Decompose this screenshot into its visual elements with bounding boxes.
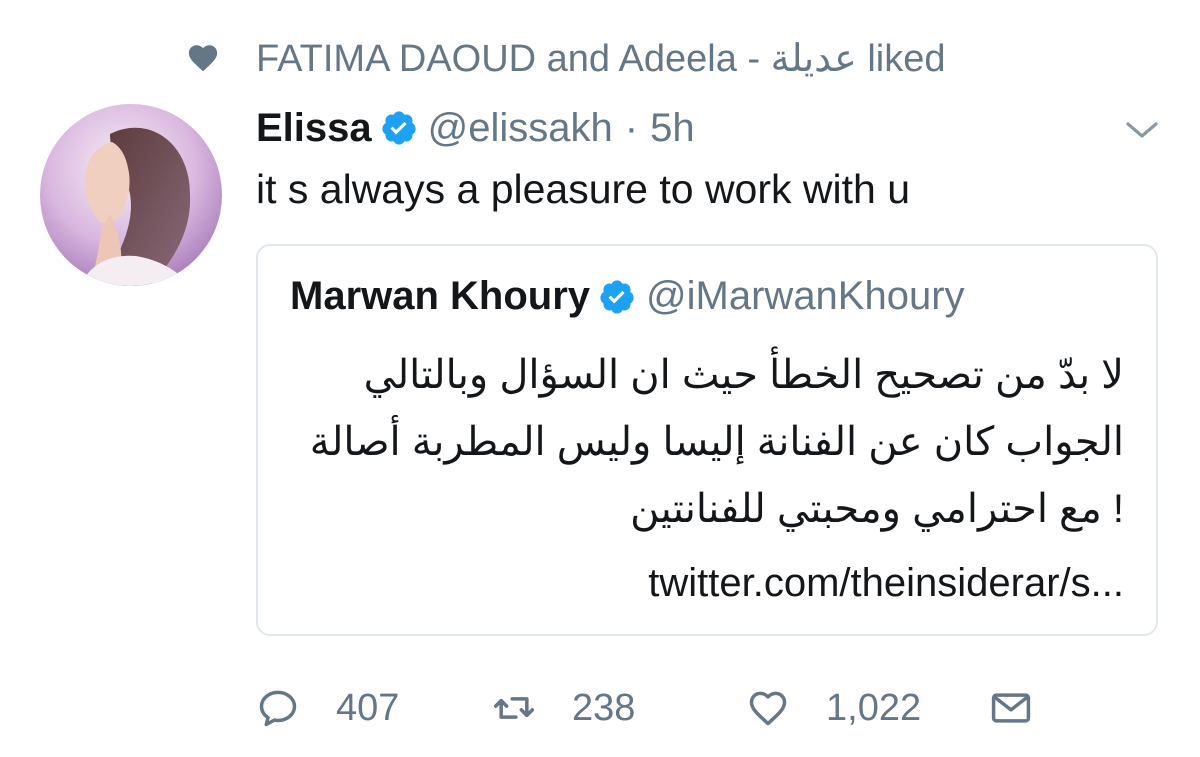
author-handle[interactable]: @elissakh <box>428 106 613 151</box>
tweet-header: Elissa @elissakh · 5h <box>256 100 695 156</box>
quoted-author-handle: @iMarwanKhoury <box>646 274 965 318</box>
quoted-tweet-link[interactable]: twitter.com/theinsiderar/s... <box>648 558 1124 608</box>
tweet-text: it s always a pleasure to work with u <box>256 166 910 212</box>
heart-filled-icon <box>188 45 218 72</box>
avatar[interactable] <box>40 104 222 286</box>
like-count: 1,022 <box>826 686 922 729</box>
quoted-tweet-card[interactable]: Marwan Khoury @iMarwanKhoury لا بدّ من ت… <box>256 244 1158 636</box>
tweet-actions: 407 238 1,022 <box>256 678 1056 738</box>
reply-count: 407 <box>336 686 400 729</box>
header-separator: · <box>624 105 639 150</box>
retweet-icon <box>493 697 535 719</box>
avatar-image <box>40 104 222 286</box>
author-name[interactable]: Elissa <box>256 106 372 151</box>
like-button[interactable]: 1,022 <box>746 678 921 738</box>
verified-badge-icon <box>382 111 416 145</box>
quoted-author-name: Marwan Khoury <box>290 274 591 318</box>
chevron-down-icon[interactable] <box>1124 118 1160 142</box>
reply-icon <box>259 690 297 727</box>
heart-icon <box>749 691 787 726</box>
reply-button[interactable]: 407 <box>256 678 399 738</box>
envelope-icon <box>991 693 1031 723</box>
social-context-text[interactable]: FATIMA DAOUD and Adeela - عديلة liked <box>256 36 946 81</box>
direct-message-button[interactable] <box>988 678 1034 738</box>
social-context: FATIMA DAOUD and Adeela - عديلة liked <box>186 30 946 86</box>
retweet-button[interactable]: 238 <box>492 678 635 738</box>
retweet-count: 238 <box>572 686 636 729</box>
quoted-tweet-header: Marwan Khoury @iMarwanKhoury <box>290 274 965 319</box>
tweet-timestamp[interactable]: 5h <box>650 106 695 151</box>
verified-badge-icon <box>600 279 634 314</box>
quoted-tweet-text: لا بدّ من تصحيح الخطأ حيث ان السؤال وبال… <box>309 353 1124 531</box>
